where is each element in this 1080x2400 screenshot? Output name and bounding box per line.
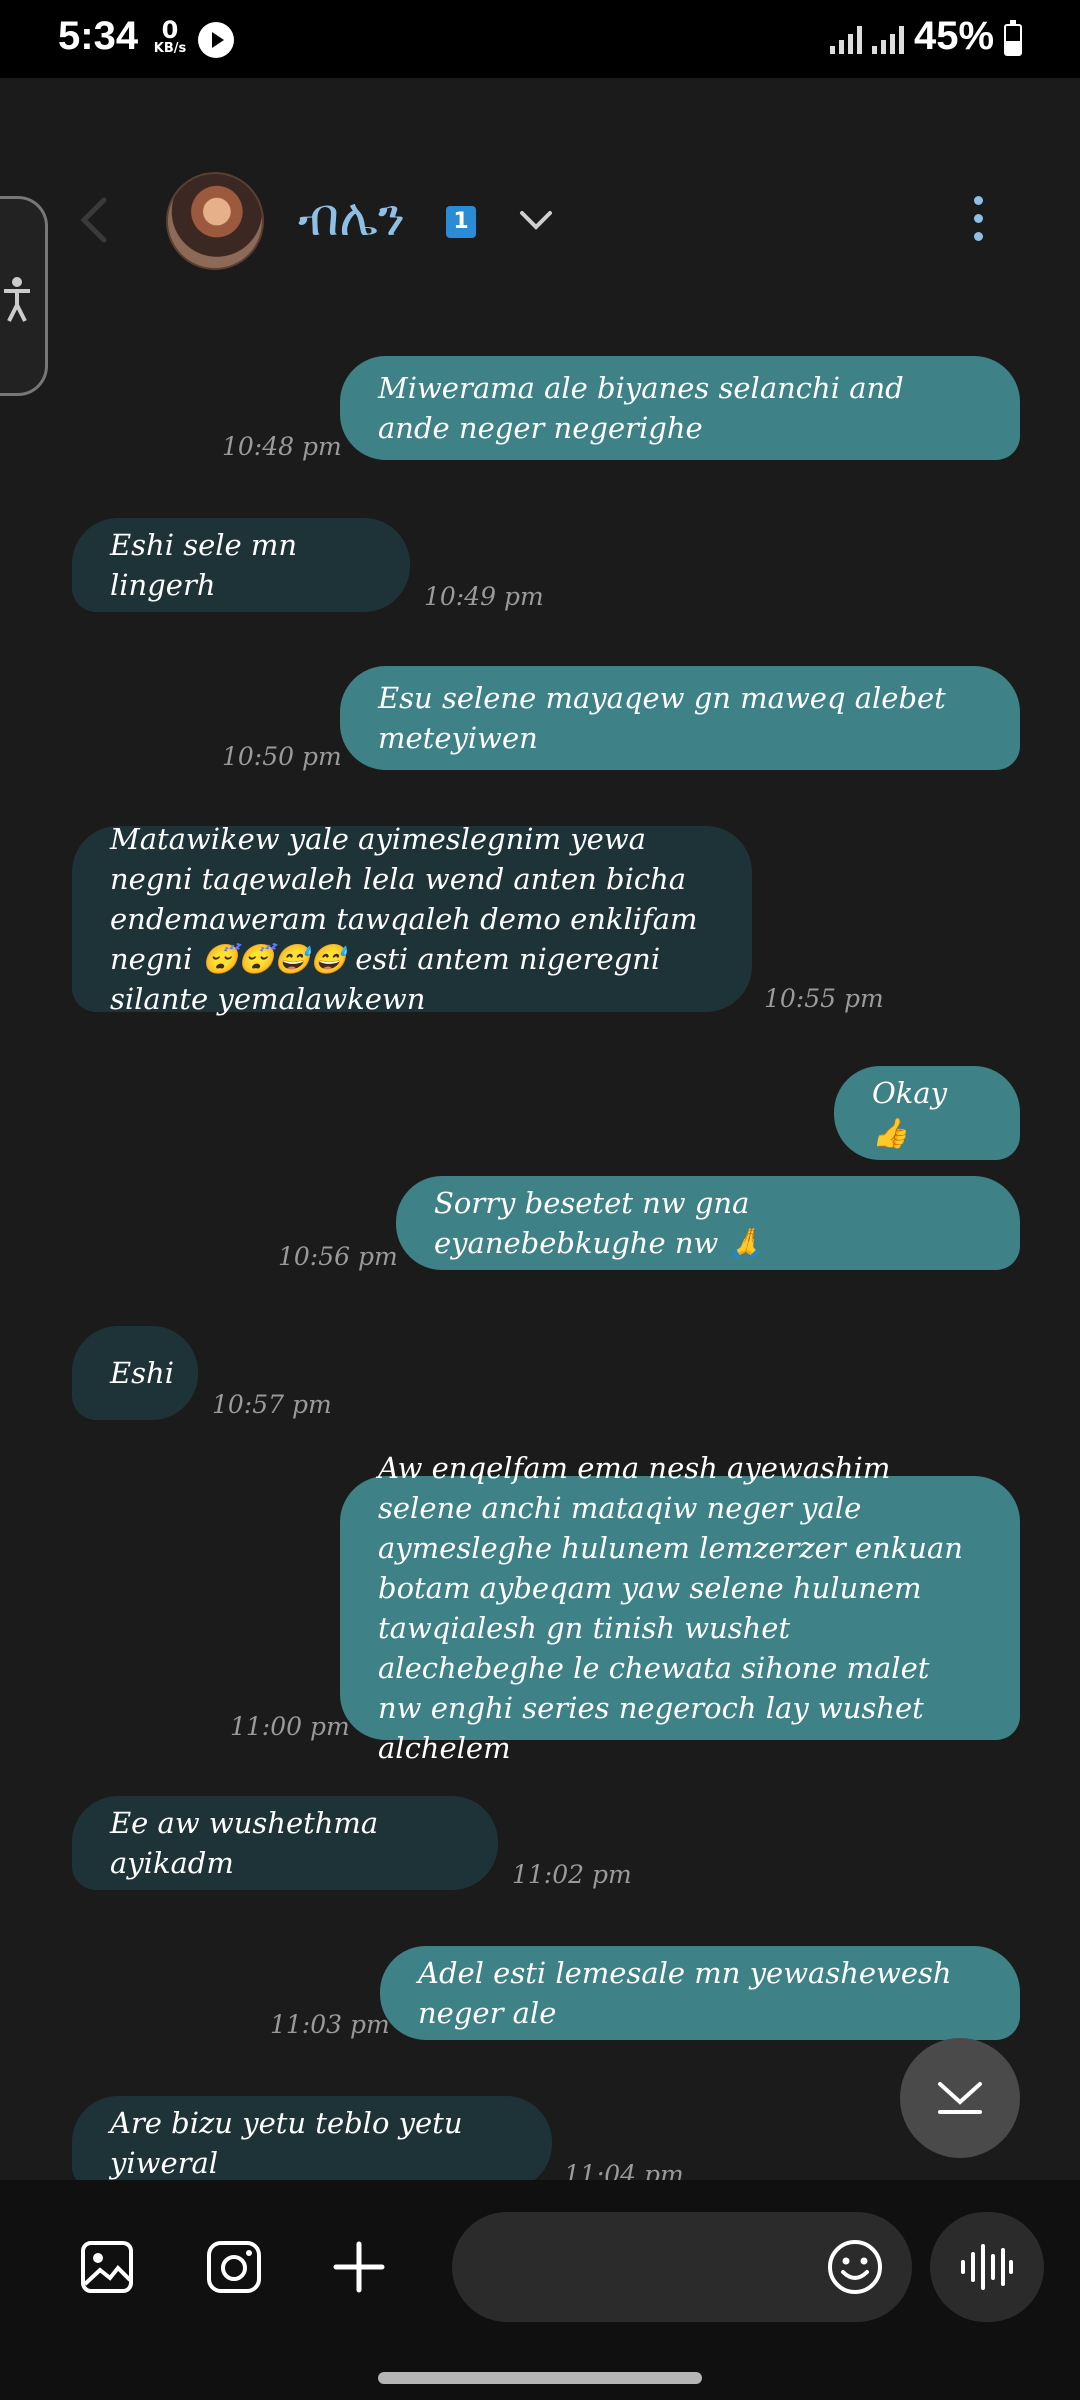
- voice-message-button[interactable]: [930, 2212, 1044, 2322]
- message-time: 11:00 pm: [230, 1712, 350, 1741]
- message-bubble-outgoing[interactable]: Aw enqelfam ema nesh ayewashim selene an…: [340, 1451, 1020, 1765]
- accessibility-tab[interactable]: [0, 196, 48, 396]
- back-arrow-icon[interactable]: [74, 196, 116, 244]
- contact-avatar[interactable]: [166, 172, 264, 270]
- accessibility-icon: [2, 277, 32, 332]
- contact-name[interactable]: ብሌን: [298, 188, 405, 249]
- message-text: Esu selene mayaqew gn maweq alebet metey…: [378, 681, 946, 755]
- chevron-down-icon: [938, 2082, 982, 2114]
- camera-icon[interactable]: [206, 2240, 262, 2298]
- network-speed-unit: KB/s: [153, 41, 187, 56]
- message-text: Sorry besetet nw gna eyanebebkughe nw 🙏: [434, 1186, 764, 1260]
- unread-badge: 1: [446, 206, 476, 238]
- message-text: Are bizu yetu teblo yetu yiweral: [110, 2106, 463, 2180]
- add-icon[interactable]: [332, 2240, 386, 2298]
- battery-icon: [1004, 20, 1022, 56]
- message-bubble-incoming[interactable]: Eshi sele mn lingerh: [72, 518, 410, 612]
- scroll-to-bottom-button[interactable]: [900, 2038, 1020, 2158]
- message-time: 11:02 pm: [512, 1860, 632, 1889]
- status-time: 5:34: [58, 14, 139, 58]
- message-bubble-incoming[interactable]: Eshi: [72, 1326, 198, 1420]
- message-bubble-incoming[interactable]: Matawikew yale ayimeslegnim yewa negni t…: [72, 822, 752, 1016]
- battery-level: 45%: [914, 14, 995, 58]
- message-time: 10:49 pm: [424, 582, 544, 611]
- message-text: Matawikew yale ayimeslegnim yewa negni t…: [110, 822, 698, 1016]
- signal-icon: [830, 24, 862, 54]
- emoji-icon[interactable]: [826, 2238, 884, 2296]
- message-bubble-outgoing[interactable]: Miwerama ale biyanes selanchi and ande n…: [340, 356, 1020, 460]
- message-time: 10:57 pm: [212, 1390, 332, 1419]
- message-time: 10:56 pm: [278, 1242, 398, 1271]
- message-text: Ee aw wushethma ayikadm: [110, 1806, 379, 1880]
- message-bubble-outgoing[interactable]: Okay 👍: [834, 1066, 1020, 1160]
- message-time: 11:03 pm: [270, 2010, 390, 2039]
- message-bubble-outgoing[interactable]: Adel esti lemesale mn yewashewesh neger …: [380, 1946, 1020, 2040]
- message-bubble-outgoing[interactable]: Esu selene mayaqew gn maweq alebet metey…: [340, 666, 1020, 770]
- media-playing-icon: [198, 22, 234, 58]
- message-time: 10:55 pm: [764, 984, 884, 1013]
- message-time: 10:48 pm: [222, 432, 342, 461]
- more-options-icon[interactable]: [968, 196, 988, 252]
- message-bubble-outgoing[interactable]: Sorry besetet nw gna eyanebebkughe nw 🙏: [396, 1176, 1020, 1270]
- message-text: Aw enqelfam ema nesh ayewashim selene an…: [378, 1451, 963, 1765]
- chevron-down-icon[interactable]: [518, 208, 554, 232]
- message-text: Eshi sele mn lingerh: [110, 528, 298, 602]
- network-speed: 0 KB/s: [148, 18, 192, 55]
- message-time: 10:50 pm: [222, 742, 342, 771]
- message-text: Eshi: [110, 1356, 175, 1390]
- message-text: Okay 👍: [872, 1076, 948, 1150]
- waveform-icon: [961, 2244, 1013, 2290]
- status-bar: 5:34 0 KB/s 45%: [0, 0, 1080, 78]
- message-bubble-incoming[interactable]: Ee aw wushethma ayikadm: [72, 1796, 498, 1890]
- home-indicator[interactable]: [378, 2372, 702, 2384]
- message-text: Miwerama ale biyanes selanchi and ande n…: [378, 371, 904, 445]
- message-bubble-incoming[interactable]: Are bizu yetu teblo yetu yiweral: [72, 2096, 552, 2190]
- network-speed-value: 0: [161, 16, 179, 44]
- gallery-icon[interactable]: [80, 2240, 134, 2298]
- message-text: Adel esti lemesale mn yewashewesh neger …: [418, 1956, 952, 2030]
- signal-icon-2: [872, 24, 904, 54]
